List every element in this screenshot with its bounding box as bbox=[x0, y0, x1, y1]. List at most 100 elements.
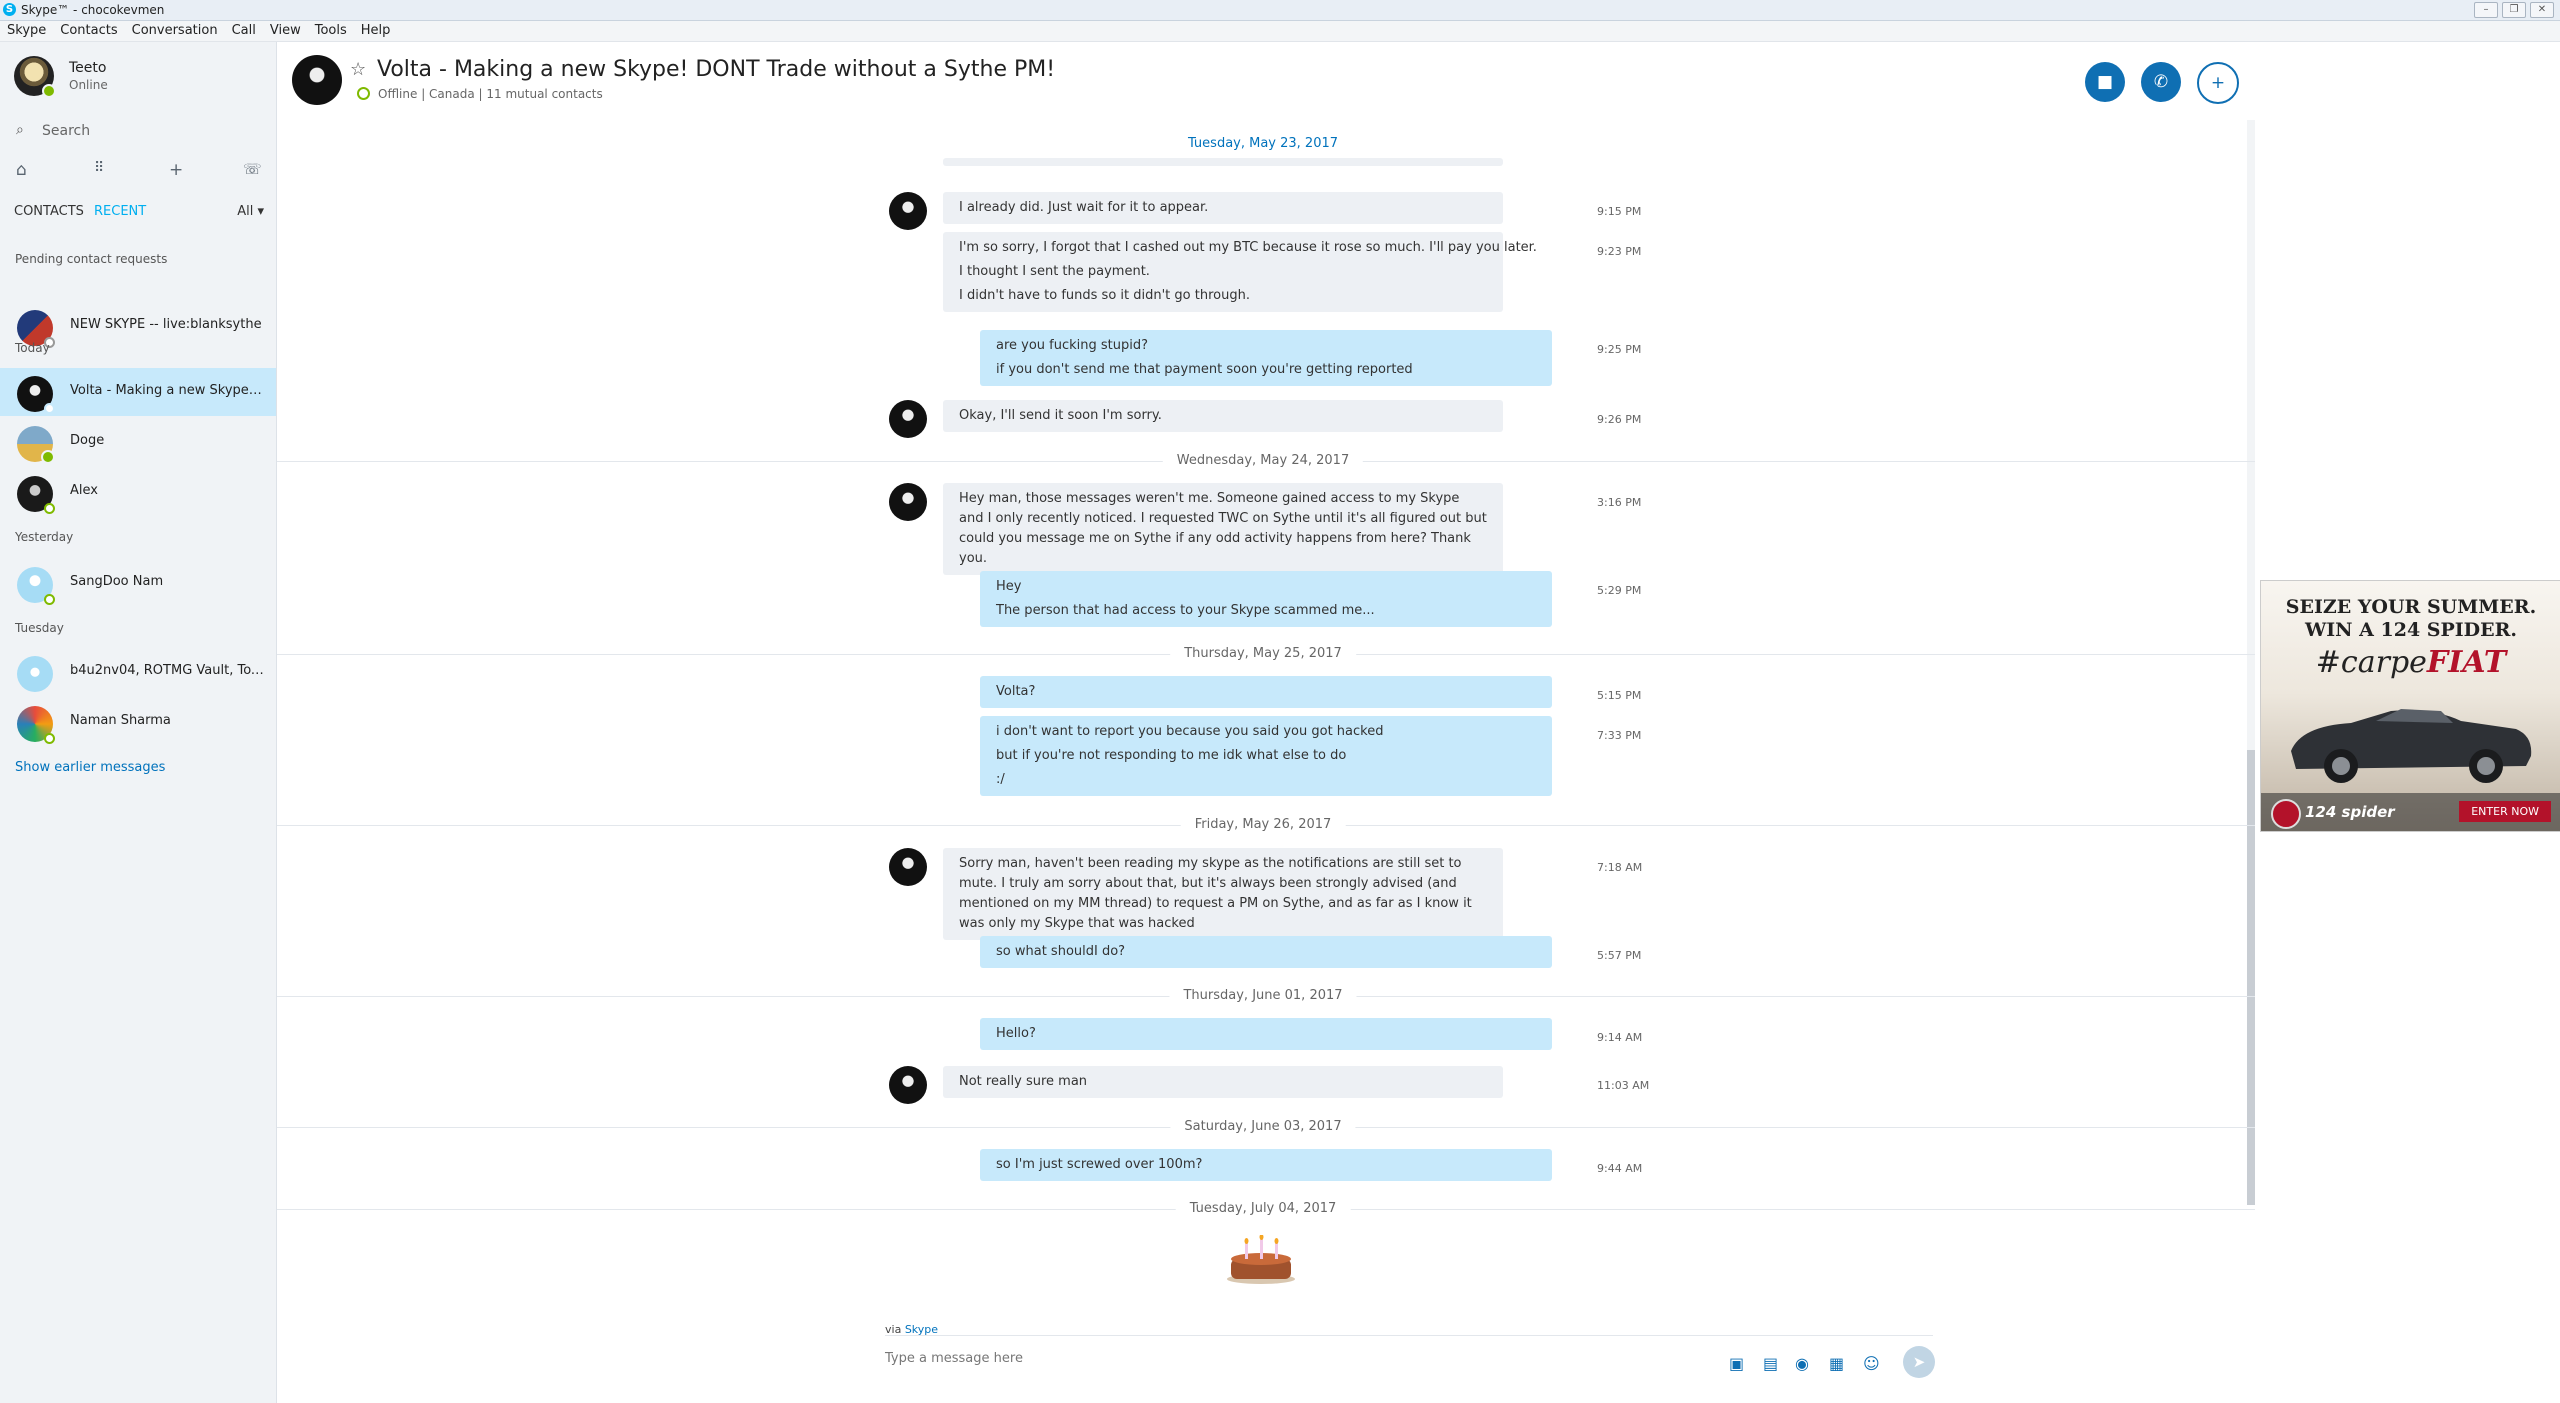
offline-presence-icon bbox=[357, 87, 370, 100]
date-separator: Friday, May 26, 2017 bbox=[1180, 817, 1346, 832]
window-controls: – ❐ ✕ bbox=[2474, 2, 2554, 18]
message-outgoing[interactable]: Hello? bbox=[980, 1018, 1552, 1050]
message-incoming[interactable]: Hey man, those messages weren't me. Some… bbox=[943, 483, 1503, 575]
fiat-advertisement[interactable]: SEIZE YOUR SUMMER. WIN A 124 SPIDER. #ca… bbox=[2260, 580, 2560, 832]
mutual-contacts[interactable]: 11 mutual contacts bbox=[486, 87, 602, 101]
contact-avatar bbox=[17, 426, 55, 464]
menu-help[interactable]: Help bbox=[354, 21, 398, 41]
send-image-icon[interactable]: ▣ bbox=[1729, 1354, 1744, 1373]
message-composer: Type a message here ▣ ▤ ◉ ▦ ☺ ➤ bbox=[885, 1335, 1935, 1394]
ad-headline-1: SEIZE YOUR SUMMER. bbox=[2285, 596, 2537, 618]
search-box[interactable]: ⌕ Search bbox=[14, 120, 264, 144]
message-incoming[interactable]: Okay, I'll send it soon I'm sorry. bbox=[943, 400, 1503, 432]
online-presence-icon bbox=[42, 84, 56, 98]
minimize-button[interactable]: – bbox=[2474, 2, 2498, 18]
conversation-avatar[interactable] bbox=[292, 55, 342, 105]
close-button[interactable]: ✕ bbox=[2530, 2, 2554, 18]
scrollbar-thumb[interactable] bbox=[2247, 750, 2255, 1205]
emoticon-icon[interactable]: ☺ bbox=[1863, 1354, 1880, 1373]
home-icon[interactable]: ⌂ bbox=[16, 160, 27, 180]
date-separator: Saturday, June 03, 2017 bbox=[1170, 1119, 1356, 1134]
offline-presence-icon bbox=[44, 503, 55, 514]
contact-name: Naman Sharma bbox=[70, 713, 171, 728]
message-text: The person that had access to your Skype… bbox=[996, 603, 1375, 618]
my-name: Teeto bbox=[69, 60, 107, 76]
message-text: :/ bbox=[996, 772, 1005, 787]
message-outgoing[interactable]: so I'm just screwed over 100m? bbox=[980, 1149, 1552, 1181]
my-profile[interactable]: Teeto Online bbox=[14, 56, 269, 106]
message-time: 9:26 PM bbox=[1597, 413, 1642, 426]
message-incoming[interactable]: I'm so sorry, I forgot that I cashed out… bbox=[943, 232, 1537, 312]
message-outgoing[interactable]: i don't want to report you because you s… bbox=[980, 716, 1552, 796]
new-conversation-icon[interactable]: ☏ bbox=[243, 160, 262, 178]
section-yesterday: Yesterday bbox=[15, 530, 74, 544]
send-contact-icon[interactable]: ▦ bbox=[1829, 1354, 1844, 1373]
section-tuesday: Tuesday bbox=[15, 621, 64, 635]
contact-item[interactable]: b4u2nv04, ROTMG Vault, Toxific... bbox=[0, 648, 276, 696]
message-text: I thought I sent the payment. bbox=[959, 264, 1150, 279]
sender-avatar[interactable] bbox=[889, 483, 927, 521]
menu-tools[interactable]: Tools bbox=[308, 21, 354, 41]
message-incoming[interactable]: Not really sure man bbox=[943, 1066, 1503, 1098]
contact-item[interactable]: Alex bbox=[0, 468, 276, 516]
sender-avatar[interactable] bbox=[889, 1066, 927, 1104]
contact-item[interactable]: Naman Sharma bbox=[0, 698, 276, 746]
voice-call-button[interactable]: ✆ bbox=[2141, 62, 2181, 102]
message-time: 3:16 PM bbox=[1597, 496, 1642, 509]
conversation-title: Volta - Making a new Skype! DONT Trade w… bbox=[377, 57, 1056, 82]
contact-item[interactable]: SangDoo Nam bbox=[0, 559, 276, 607]
add-icon[interactable]: + bbox=[169, 160, 183, 180]
favorite-star-icon[interactable]: ☆ bbox=[350, 59, 366, 80]
message-outgoing[interactable]: so what shouldI do? bbox=[980, 936, 1552, 968]
video-message-icon[interactable]: ◉ bbox=[1795, 1354, 1809, 1373]
sidebar-toolbar: ⌂ ⠿ + ☏ bbox=[14, 160, 264, 184]
my-status[interactable]: Online bbox=[69, 78, 108, 92]
contact-name: Alex bbox=[70, 483, 98, 498]
video-call-button[interactable]: ■ bbox=[2085, 62, 2125, 102]
message-outgoing[interactable]: Hey The person that had access to your S… bbox=[980, 571, 1552, 627]
message-time: 9:14 AM bbox=[1597, 1031, 1643, 1044]
chevron-down-icon: ▾ bbox=[257, 204, 264, 219]
sidebar: Teeto Online ⌕ Search ⌂ ⠿ + ☏ CONTACTS R… bbox=[0, 42, 277, 1403]
ad-model-name: 124 spider bbox=[2305, 803, 2395, 821]
sender-avatar[interactable] bbox=[889, 192, 927, 230]
menu-skype[interactable]: Skype bbox=[0, 21, 53, 41]
ad-headline-2: WIN A 124 SPIDER. bbox=[2304, 619, 2518, 641]
contact-name: SangDoo Nam bbox=[70, 574, 164, 589]
enter-now-button[interactable]: ENTER NOW bbox=[2459, 801, 2551, 822]
contact-avatar bbox=[17, 706, 55, 744]
offline-presence-icon bbox=[44, 733, 55, 744]
menu-call[interactable]: Call bbox=[225, 21, 263, 41]
ad-hashtag-prefix: #carpe bbox=[2315, 645, 2427, 680]
ad-hashtag-brand: FIAT bbox=[2426, 645, 2507, 680]
contact-item[interactable]: Doge bbox=[0, 418, 276, 466]
menu-contacts[interactable]: Contacts bbox=[53, 21, 124, 41]
section-today: Today bbox=[15, 341, 50, 355]
tab-recent[interactable]: RECENT bbox=[94, 204, 146, 219]
add-people-button[interactable]: + bbox=[2197, 62, 2239, 104]
filter-dropdown[interactable]: All ▾ bbox=[237, 204, 264, 219]
message-input[interactable]: Type a message here bbox=[885, 1351, 1023, 1366]
tab-contacts[interactable]: CONTACTS bbox=[14, 204, 84, 219]
show-earlier-link[interactable]: Show earlier messages bbox=[15, 760, 165, 775]
message-text: I didn't have to funds so it didn't go t… bbox=[959, 288, 1250, 303]
send-file-icon[interactable]: ▤ bbox=[1763, 1354, 1778, 1373]
contact-item-selected[interactable]: Volta - Making a new Skype! DONT Trade w… bbox=[0, 368, 276, 416]
message-incoming[interactable]: I already did. Just wait for it to appea… bbox=[943, 192, 1503, 224]
message-outgoing[interactable]: Volta? bbox=[980, 676, 1552, 708]
message-outgoing[interactable]: are you fucking stupid? if you don't sen… bbox=[980, 330, 1552, 386]
sender-avatar[interactable] bbox=[889, 848, 927, 886]
conversation-subtitle: Offline | Canada | 11 mutual contacts bbox=[357, 87, 603, 101]
restore-button[interactable]: ❐ bbox=[2502, 2, 2526, 18]
search-input[interactable]: Search bbox=[42, 123, 90, 139]
send-button[interactable]: ➤ bbox=[1903, 1346, 1935, 1378]
sender-avatar[interactable] bbox=[889, 400, 927, 438]
conversation-header: ☆ Volta - Making a new Skype! DONT Trade… bbox=[277, 42, 2277, 120]
menu-view[interactable]: View bbox=[263, 21, 308, 41]
menu-conversation[interactable]: Conversation bbox=[125, 21, 225, 41]
my-avatar[interactable] bbox=[14, 56, 56, 98]
message-time: 9:44 AM bbox=[1597, 1162, 1643, 1175]
dialpad-icon[interactable]: ⠿ bbox=[94, 160, 104, 176]
message-incoming[interactable]: Sorry man, haven't been reading my skype… bbox=[943, 848, 1503, 940]
skype-app-icon: S bbox=[3, 3, 16, 16]
